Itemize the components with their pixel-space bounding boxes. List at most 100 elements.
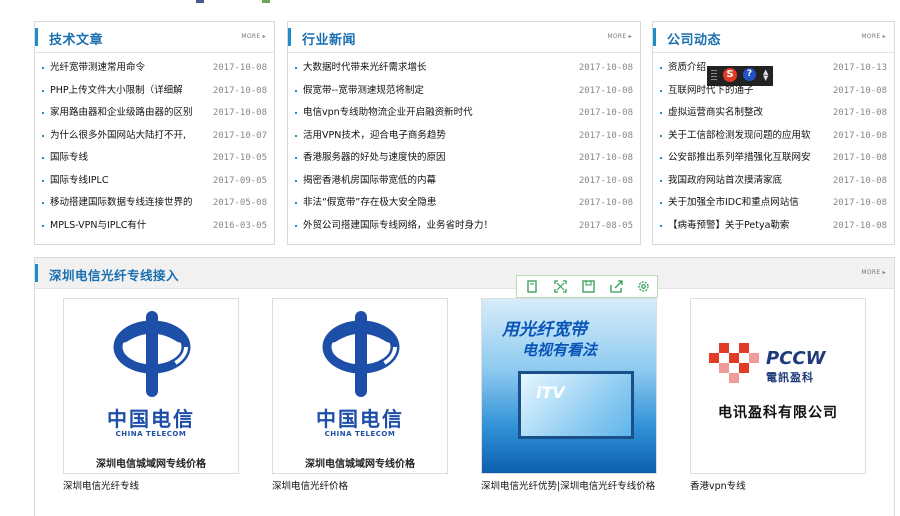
settings-icon[interactable] — [636, 279, 651, 294]
company-news-list: 资质介绍 2017-10-13 互联网时代下的通子 2017-10-08 虚拟运营商… — [653, 60, 894, 240]
item-title-link[interactable]: 为什么很多外国网站大陆打不开, — [50, 128, 203, 144]
company-name: 电讯盈科有限公司 — [718, 405, 838, 421]
bullet-icon — [295, 134, 297, 137]
list-item[interactable]: 香港服务器的好处与速度快的原因 2017-10-08 — [288, 150, 640, 173]
tv-screen-icon — [518, 371, 634, 439]
more-link[interactable]: MORE ▸ — [861, 269, 886, 276]
item-title-link[interactable]: 家用路由器和企业级路由器的区别 — [50, 105, 203, 121]
bullet-icon — [660, 157, 662, 159]
item-title-link[interactable]: 关于工信部检测发现问题的应用软 — [668, 128, 828, 144]
item-title-link[interactable]: 电信vpn专线助物流企业开启融资新时代 — [303, 105, 568, 121]
item-date: 2017-05-08 — [212, 198, 267, 208]
item-title-link[interactable]: 关于加强全市IDC和重点网站信 — [668, 195, 828, 211]
logo-cn-text: 中国电信 — [107, 407, 195, 431]
share-icon[interactable] — [609, 279, 624, 294]
china-telecom-logo-icon — [113, 311, 191, 397]
product-caption-link[interactable]: 深圳电信光纤价格 — [272, 480, 457, 494]
panel-fiber-access: 深圳电信光纤专线接入 MORE ▸ 中国电信 CHINA TELECOM 深圳电… — [34, 257, 895, 516]
save-icon[interactable] — [581, 279, 596, 294]
list-item[interactable]: 资质介绍 2017-10-13 — [653, 60, 894, 83]
list-item[interactable]: 虚拟运营商实名制整改 2017-10-08 — [653, 105, 894, 128]
item-title-link[interactable]: 光纤宽带测速常用命令 — [50, 60, 203, 76]
product-thumbnail[interactable]: PCCW 電訊盈科 电讯盈科有限公司 — [690, 298, 866, 474]
item-date: 2017-10-08 — [832, 85, 887, 96]
s-logo-icon[interactable]: S — [723, 68, 737, 82]
list-item[interactable]: 互联网时代下的通子 2017-10-08 — [653, 83, 894, 106]
list-item[interactable]: 国际专线IPLC 2017-09-05 — [35, 173, 274, 196]
item-title-link[interactable]: PHP上传文件大小限制（详细解 — [50, 83, 203, 99]
list-item[interactable]: 光纤宽带测速常用命令 2017-10-08 — [35, 60, 274, 83]
item-title-link[interactable]: 国际专线 — [50, 150, 203, 166]
item-title-link[interactable]: 活用VPN技术，迎合电子商务趋势 — [303, 128, 568, 144]
extension-overlay[interactable]: S ? ▲ ▼ — [707, 66, 773, 86]
list-item[interactable]: 为什么很多外国网站大陆打不开, 2017-10-07 — [35, 128, 274, 151]
product-thumbnail[interactable]: 中国电信 CHINA TELECOM 深圳电信城域网专线价格 — [63, 298, 239, 474]
copy-icon[interactable] — [525, 279, 540, 294]
more-link[interactable]: MORE ▸ — [861, 33, 886, 40]
item-title-link[interactable]: 揭密香港机房国际带宽低的内幕 — [303, 173, 568, 189]
product-thumbnail[interactable]: 中国电信 CHINA TELECOM 深圳电信城域网专线价格 — [272, 298, 448, 474]
product-caption-link[interactable]: 深圳电信光纤专线 — [63, 480, 248, 494]
item-title-link[interactable]: 大数据时代带来光纤需求增长 — [303, 60, 568, 76]
list-item[interactable]: 家用路由器和企业级路由器的区别 2017-10-08 — [35, 105, 274, 128]
bullet-icon — [42, 89, 44, 92]
list-item[interactable]: 非法“假宽带”存在极大安全隐患 2017-10-08 — [288, 195, 640, 218]
list-item[interactable]: 大数据时代带来光纤需求增长 2017-10-08 — [288, 60, 640, 83]
item-title-link[interactable]: 国际专线IPLC — [50, 173, 203, 189]
item-title-link[interactable]: 非法“假宽带”存在极大安全隐患 — [303, 195, 568, 211]
item-date: 2017-10-05 — [212, 153, 267, 163]
panel-header: 技术文章 MORE ▸ — [35, 22, 274, 53]
list-item[interactable]: 假宽带--宽带测速规范将制定 2017-10-08 — [288, 83, 640, 106]
help-icon[interactable]: ? — [743, 68, 756, 81]
image-hover-toolbar — [516, 275, 658, 298]
item-title-link[interactable]: 公安部推出系列举措强化互联网安 — [668, 150, 828, 166]
bullet-icon — [295, 67, 297, 69]
list-item[interactable]: 【病毒预警】关于Petya勒索 2017-10-08 — [653, 218, 894, 241]
list-item[interactable]: 揭密香港机房国际带宽低的内幕 2017-10-08 — [288, 173, 640, 196]
item-title-link[interactable]: 【病毒预警】关于Petya勒索 — [668, 218, 828, 234]
item-title-link[interactable]: 我国政府网站首次摸清家底 — [668, 173, 828, 189]
item-title-link[interactable]: 虚拟运营商实名制整改 — [668, 105, 828, 121]
panel-tech-articles: 技术文章 MORE ▸ 光纤宽带测速常用命令 2017-10-08 PHP上传文件… — [34, 21, 275, 245]
panel-industry-news: 行业新闻 MORE ▸ 大数据时代带来光纤需求增长 2017-10-08 假宽带-… — [287, 21, 641, 245]
item-date: 2017-10-08 — [578, 153, 633, 163]
item-date: 2017-10-08 — [578, 108, 633, 118]
more-link[interactable]: MORE ▸ — [241, 33, 266, 40]
panel-title: 技术文章 — [49, 33, 104, 48]
bullet-icon — [660, 134, 662, 137]
product-thumbnail[interactable]: 用光纤宽带 电视有看法 iTV — [481, 298, 657, 474]
product-caption-link[interactable]: 香港vpn专线 — [690, 480, 875, 494]
product-caption-link[interactable]: 深圳电信光纤优势|深圳电信光纤专线价格 — [481, 480, 666, 494]
item-date: 2017-10-08 — [212, 85, 267, 96]
list-item[interactable]: 国际专线 2017-10-05 — [35, 150, 274, 173]
item-date: 2017-10-08 — [578, 175, 633, 186]
list-item[interactable]: 外贸公司搭建国际专线网络，业务省时身力！ 2017-08-05 — [288, 218, 640, 241]
list-item[interactable]: 移动搭建国际数据专线连接世界的 2017-05-08 — [35, 195, 274, 218]
list-item[interactable]: 活用VPN技术，迎合电子商务趋势 2017-10-08 — [288, 128, 640, 151]
list-item[interactable]: 公安部推出系列举措强化互联网安 2017-10-08 — [653, 150, 894, 173]
item-title-link[interactable]: 香港服务器的好处与速度快的原因 — [303, 150, 568, 166]
item-title-link[interactable]: 移动搭建国际数据专线连接世界的 — [50, 195, 203, 211]
list-item[interactable]: 关于加强全市IDC和重点网站信 2017-10-08 — [653, 195, 894, 218]
list-item[interactable]: 我国政府网站首次摸清家底 2017-10-08 — [653, 173, 894, 196]
panel-header-bar — [653, 28, 656, 46]
list-item[interactable]: PHP上传文件大小限制（详细解 2017-10-08 — [35, 83, 274, 106]
bullet-icon — [295, 89, 297, 92]
drag-handle-icon[interactable] — [711, 70, 717, 82]
bullet-icon — [295, 224, 297, 227]
scroll-arrows-icon[interactable]: ▲ ▼ — [763, 69, 768, 82]
item-date: 2017-10-08 — [832, 220, 887, 231]
panel-company-news: 公司动态 MORE ▸ 资质介绍 2017-10-13 互联网时代下的通子 2017… — [652, 21, 895, 245]
top-strip-mark — [262, 0, 270, 3]
item-date: 2017-08-05 — [578, 220, 633, 231]
item-title-link[interactable]: 假宽带--宽带测速规范将制定 — [303, 83, 568, 99]
top-strip — [0, 0, 900, 8]
list-item[interactable]: 关于工信部检测发现问题的应用软 2017-10-08 — [653, 128, 894, 151]
more-link[interactable]: MORE ▸ — [607, 33, 632, 40]
list-item[interactable]: MPLS-VPN与IPLC有什 2016-03-05 — [35, 218, 274, 241]
fullscreen-icon[interactable] — [553, 279, 568, 294]
list-item[interactable]: 电信vpn专线助物流企业开启融资新时代 2017-10-08 — [288, 105, 640, 128]
item-title-link[interactable]: 外贸公司搭建国际专线网络，业务省时身力！ — [303, 218, 568, 234]
item-title-link[interactable]: MPLS-VPN与IPLC有什 — [50, 218, 203, 234]
thumbnail-subtitle: 深圳电信城域网专线价格 — [96, 459, 206, 470]
